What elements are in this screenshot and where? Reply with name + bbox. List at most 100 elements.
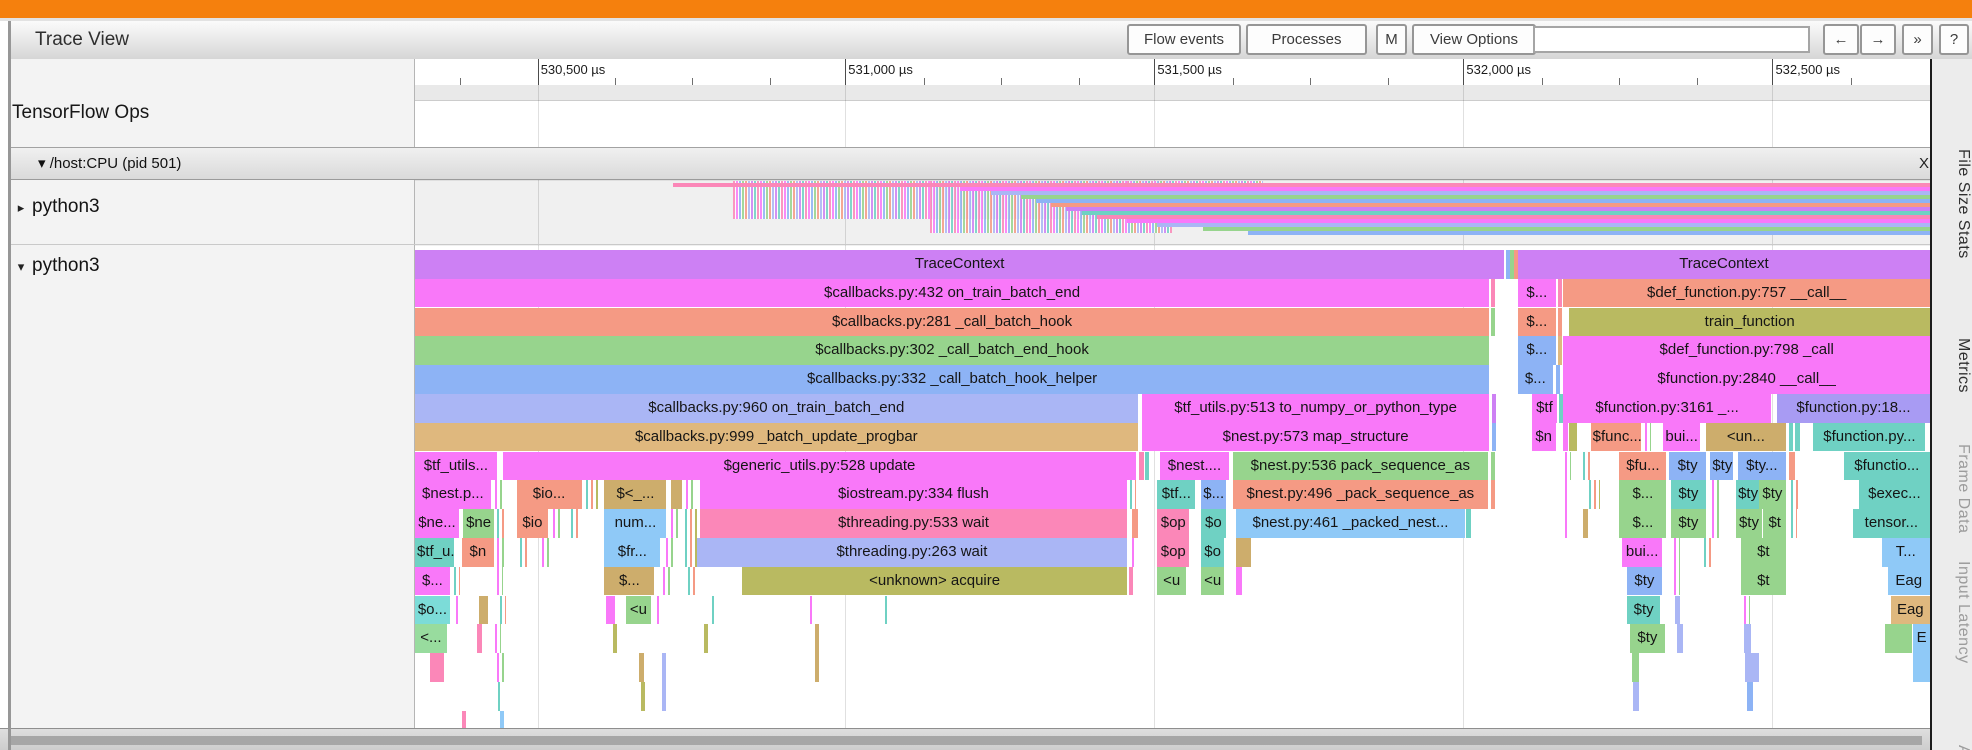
flame-sliver[interactable]	[499, 710, 504, 728]
flame-sliver[interactable]	[1569, 422, 1577, 452]
flame-sliver[interactable]	[711, 595, 716, 625]
flame-segment[interactable]: $callbacks.py:302 _call_batch_end_hook	[415, 336, 1490, 365]
flame-segment[interactable]: $io...	[516, 480, 582, 509]
flame-segment[interactable]: $callbacks.py:960 on_train_batch_end	[415, 393, 1138, 423]
help-button[interactable]: ?	[1939, 24, 1969, 55]
flame-segment[interactable]: bui...	[1663, 422, 1700, 452]
flame-segment[interactable]: bui...	[1622, 537, 1662, 567]
flame-sliver[interactable]	[1130, 480, 1137, 509]
flame-sliver[interactable]	[687, 566, 697, 596]
flame-segment[interactable]: $...	[1517, 336, 1556, 365]
flame-segment[interactable]: $<_...	[604, 480, 667, 509]
flame-segment[interactable]: $...	[1619, 480, 1667, 509]
flame-segment[interactable]: $threading.py:263 wait	[696, 537, 1128, 567]
flame-sliver[interactable]	[1675, 595, 1680, 625]
flame-sliver[interactable]	[1789, 451, 1796, 481]
track-python3-expanded[interactable]: ▾ python3	[10, 255, 414, 277]
flame-sliver[interactable]	[1490, 451, 1495, 481]
flame-sliver[interactable]	[1145, 451, 1150, 481]
flame-segment[interactable]: T...	[1881, 537, 1930, 567]
flame-sliver[interactable]	[1789, 422, 1794, 452]
flame-sliver[interactable]	[684, 537, 697, 567]
flame-segment[interactable]: $fu...	[1619, 451, 1667, 481]
horizontal-scrollbar[interactable]	[0, 728, 1930, 750]
next-arrow-button[interactable]: →	[1860, 24, 1896, 55]
flame-sliver[interactable]	[552, 509, 561, 538]
flame-segment[interactable]: $...	[1517, 278, 1556, 308]
flame-sliver[interactable]	[1236, 566, 1243, 596]
flame-segment[interactable]: $function.py:3161 _...	[1563, 393, 1771, 423]
flame-segment[interactable]: $ty	[1758, 480, 1787, 509]
header-button-processes[interactable]: Processes	[1246, 24, 1367, 55]
collapsed-track-preview[interactable]	[415, 180, 1930, 246]
flame-sliver[interactable]	[639, 653, 644, 682]
flame-segment[interactable]: $tf...	[1157, 480, 1196, 509]
flame-segment[interactable]: $ty...	[1737, 451, 1787, 481]
flame-sliver[interactable]	[684, 509, 697, 538]
flame-sliver[interactable]	[1746, 681, 1753, 711]
flame-segment[interactable]: TraceContext	[1517, 250, 1930, 279]
flame-segment[interactable]: $iostream.py:334 flush	[699, 480, 1128, 509]
flame-segment[interactable]: $def_function.py:798 _call	[1563, 336, 1930, 365]
flame-sliver[interactable]	[663, 566, 670, 596]
flame-sliver[interactable]	[586, 480, 602, 509]
flame-sliver[interactable]	[1466, 509, 1471, 538]
flame-sliver[interactable]	[498, 681, 503, 711]
flame-sliver[interactable]	[666, 537, 675, 567]
flame-sliver[interactable]	[657, 595, 662, 625]
flame-sliver[interactable]	[1564, 480, 1570, 509]
header-button-m[interactable]: M	[1376, 24, 1407, 55]
flame-segment[interactable]: $ty	[1670, 509, 1706, 538]
flame-sliver[interactable]	[1131, 509, 1138, 538]
flame-segment[interactable]: $io	[516, 509, 549, 538]
flame-segment[interactable]: $callbacks.py:999 _batch_update_progbar	[415, 422, 1138, 452]
tab-metrics[interactable]: Metrics	[1932, 321, 1972, 411]
flame-segment[interactable]: $nest.py:461 _packed_nest...	[1236, 509, 1465, 538]
flame-sliver[interactable]	[1645, 422, 1652, 452]
tab-frame-data[interactable]: Frame Data	[1932, 431, 1972, 546]
flame-sliver[interactable]	[1673, 537, 1680, 567]
flame-segment[interactable]: $def_function.py:757 __call__	[1563, 278, 1930, 308]
flame-segment[interactable]: $nest.p...	[415, 480, 491, 509]
flame-segment[interactable]: $t	[1763, 509, 1787, 538]
tab-alerts[interactable]: Alerts	[1932, 719, 1972, 750]
flame-sliver[interactable]	[499, 595, 506, 625]
flame-segment[interactable]: <u	[625, 595, 652, 625]
flame-sliver[interactable]	[1711, 509, 1720, 538]
flame-sliver[interactable]	[1555, 365, 1560, 394]
flame-segment[interactable]: $nest....	[1160, 451, 1229, 481]
flame-sliver[interactable]	[495, 624, 502, 653]
flame-sliver[interactable]	[496, 509, 505, 538]
flame-segment[interactable]: $...	[415, 566, 450, 596]
flame-sliver[interactable]	[1790, 509, 1797, 538]
flame-sliver[interactable]	[613, 624, 618, 653]
expand-arrow-icon[interactable]: ▸	[10, 200, 32, 216]
scrollbar-thumb[interactable]	[10, 736, 1922, 745]
flame-segment[interactable]: $nest.py:536 pack_sequence_as	[1233, 451, 1488, 481]
flame-segment[interactable]: $generic_utils.py:528 update	[502, 451, 1137, 481]
flame-segment[interactable]: <u	[1201, 566, 1224, 596]
flame-segment[interactable]: $...	[1517, 365, 1553, 394]
prev-arrow-button[interactable]: ←	[1823, 24, 1859, 55]
flame-segment[interactable]: $o	[1201, 509, 1226, 538]
flame-segment[interactable]: train_function	[1569, 307, 1930, 337]
flame-sliver[interactable]	[1558, 393, 1563, 423]
flame-segment[interactable]: $...	[604, 566, 655, 596]
flame-sliver[interactable]	[1492, 422, 1497, 452]
collapse-arrow-icon[interactable]: ▾	[10, 259, 32, 275]
flame-sliver[interactable]	[884, 595, 889, 625]
flame-segment[interactable]: $ne...	[415, 509, 459, 538]
flame-segment[interactable]: $ty	[1627, 595, 1661, 625]
tab-file-size-stats[interactable]: File Size Stats	[1932, 129, 1972, 279]
flame-sliver[interactable]	[1139, 451, 1144, 481]
flame-sliver[interactable]	[1589, 480, 1600, 509]
flame-sliver[interactable]	[1492, 393, 1497, 423]
flame-segment[interactable]: $t	[1740, 537, 1787, 567]
flame-segment[interactable]: $op	[1157, 537, 1190, 567]
flame-sliver[interactable]	[1505, 250, 1510, 279]
flame-sliver[interactable]	[496, 537, 505, 567]
flame-segment[interactable]: $n	[1531, 422, 1556, 452]
flame-segment[interactable]: $function.py:18...	[1776, 393, 1930, 423]
flame-segment[interactable]: $exec...	[1858, 480, 1930, 509]
flame-segment[interactable]: $function.py...	[1813, 422, 1926, 452]
